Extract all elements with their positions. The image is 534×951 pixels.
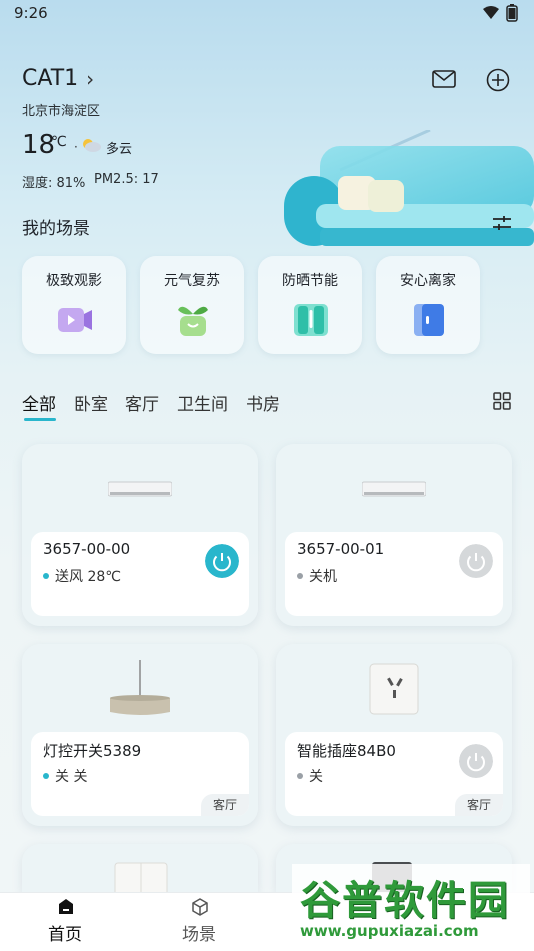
home-selector[interactable]: CAT1 ›	[22, 66, 94, 91]
device-status-text: 送风 28℃	[55, 569, 121, 585]
separator: ·	[74, 140, 78, 154]
chevron-right-icon: ›	[86, 66, 95, 91]
scene-label: 防晒节能	[282, 273, 338, 289]
scene-label: 安心离家	[400, 273, 456, 289]
home-name: CAT1	[22, 66, 79, 91]
nav-scene[interactable]: 场景	[182, 920, 216, 945]
device-info: 3657-00-01 关机	[285, 532, 503, 616]
nav-home[interactable]: 首页	[48, 920, 82, 945]
scene-card-sunscreen[interactable]: 防晒节能	[258, 256, 362, 354]
sofa-illustration	[284, 130, 534, 246]
filter-icon[interactable]	[492, 214, 512, 232]
status-dot	[43, 773, 49, 779]
scene-card-revive[interactable]: 元气复苏	[140, 256, 244, 354]
device-status-text: 关 关	[55, 769, 88, 785]
scene-label: 元气复苏	[164, 273, 220, 289]
power-icon[interactable]	[205, 544, 239, 578]
watermark-logo: 谷普软件园	[300, 878, 510, 924]
device-name: 智能插座84B0	[297, 742, 396, 760]
scene-card-leave-home[interactable]: 安心离家	[376, 256, 480, 354]
device-status: 送风 28℃	[43, 566, 121, 586]
device-name: 灯控开关5389	[43, 742, 142, 760]
ac-unit-image	[108, 481, 172, 497]
mail-icon[interactable]	[432, 69, 456, 89]
status-dot	[297, 773, 303, 779]
grid-view-icon[interactable]	[493, 392, 511, 410]
add-icon[interactable]	[486, 68, 510, 92]
battery-icon	[506, 4, 518, 22]
ac-unit-image	[362, 481, 426, 497]
scene-card-cinema[interactable]: 极致观影	[22, 256, 126, 354]
power-icon[interactable]	[459, 744, 493, 778]
status-bar	[0, 0, 534, 28]
tab-study[interactable]: 书房	[246, 390, 280, 415]
video-icon	[58, 308, 92, 332]
device-name: 3657-00-00	[43, 540, 131, 558]
status-time: 9:26	[14, 4, 48, 22]
scene-label: 极致观影	[46, 273, 102, 289]
tab-all[interactable]: 全部	[22, 390, 56, 415]
device-status: 关机	[297, 566, 337, 586]
status-dot	[297, 573, 303, 579]
temperature-unit: ℃	[51, 134, 67, 150]
device-name: 3657-00-01	[297, 540, 385, 558]
device-card-light-switch[interactable]: 灯控开关5389 关 关 客厅	[22, 644, 258, 826]
cloudy-icon	[83, 139, 101, 152]
tab-indicator	[24, 418, 56, 421]
pm25: PM2.5: 17	[94, 172, 159, 187]
room-badge: 客厅	[455, 794, 503, 816]
device-info: 灯控开关5389 关 关 客厅	[31, 732, 249, 816]
humidity: 湿度: 81%	[22, 176, 86, 191]
device-card-scene-panel[interactable]	[22, 844, 258, 892]
scene-panel-image	[114, 862, 168, 892]
scene-cube-icon[interactable]	[191, 898, 209, 916]
device-status-text: 关机	[309, 569, 337, 585]
device-status-text: 关	[309, 769, 323, 785]
room-badge: 客厅	[201, 794, 249, 816]
status-dot	[43, 573, 49, 579]
tab-bathroom[interactable]: 卫生间	[177, 390, 228, 415]
device-info: 智能插座84B0 关 客厅	[285, 732, 503, 816]
device-card-smart-plug[interactable]: 智能插座84B0 关 客厅	[276, 644, 512, 826]
pendant-lamp-image	[110, 660, 170, 715]
tab-living-room[interactable]: 客厅	[125, 390, 159, 415]
curtain-icon	[294, 304, 328, 336]
door-icon	[414, 304, 444, 336]
watermark-url: www.gupuxiazai.com	[300, 922, 479, 940]
device-status: 关 关	[43, 766, 87, 786]
smart-plug-image	[369, 663, 419, 715]
location: 北京市海淀区	[22, 104, 101, 119]
scenes-title: 我的场景	[22, 219, 90, 239]
plant-icon	[178, 306, 208, 336]
weather-text: 多云	[106, 142, 133, 157]
device-card-ac-0[interactable]: 3657-00-00 送风 28℃	[22, 444, 258, 626]
tab-bedroom[interactable]: 卧室	[74, 390, 108, 415]
wifi-icon	[483, 6, 499, 19]
device-status: 关	[297, 766, 323, 786]
device-info: 3657-00-00 送风 28℃	[31, 532, 249, 616]
device-card-ac-1[interactable]: 3657-00-01 关机	[276, 444, 512, 626]
power-icon[interactable]	[459, 544, 493, 578]
home-icon[interactable]	[57, 898, 75, 916]
